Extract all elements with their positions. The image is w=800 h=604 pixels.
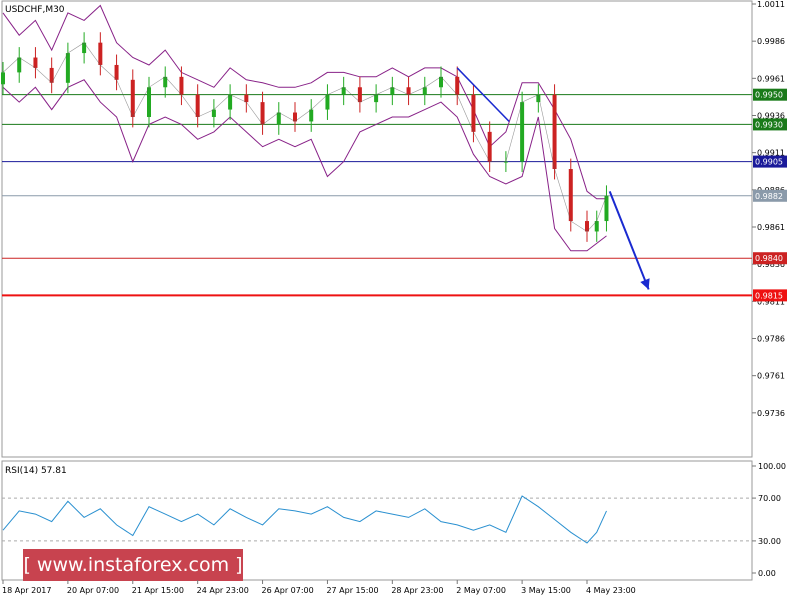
rsi-y-tick-label: 100.00 <box>758 462 786 471</box>
level-label: 0.9840 <box>755 254 783 263</box>
candle-body <box>568 169 573 222</box>
y-tick-label: 1.0011 <box>757 0 785 9</box>
y-tick-label: 0.9861 <box>757 223 785 232</box>
level-label: 0.9950 <box>755 91 783 100</box>
candle-body <box>130 79 135 117</box>
level-label: 0.9930 <box>755 120 783 129</box>
trading-chart-window: 1.00110.99860.99610.99360.99110.98860.98… <box>0 0 800 600</box>
level-label: 0.9815 <box>755 291 783 300</box>
watermark-text: [ www.instaforex.com ] <box>23 554 242 576</box>
candle-body <box>114 64 119 80</box>
chart-canvas: 1.00110.99860.99610.99360.99110.98860.98… <box>1 0 787 595</box>
x-tick-label: 20 Apr 07:00 <box>67 586 119 595</box>
x-tick-label: 18 Apr 2017 <box>2 586 51 595</box>
x-tick-label: 28 Apr 23:00 <box>391 586 443 595</box>
candle-body <box>390 87 395 95</box>
rsi-y-tick-label: 30.00 <box>758 537 781 546</box>
candle-body <box>309 109 314 122</box>
x-tick-label: 3 May 15:00 <box>521 586 571 595</box>
x-tick-label: 24 Apr 23:00 <box>197 586 249 595</box>
candle-body <box>228 94 233 110</box>
x-tick-label: 2 May 07:00 <box>456 586 506 595</box>
y-tick-label: 0.9961 <box>757 74 785 83</box>
candle-body <box>33 57 38 68</box>
candle-body <box>98 42 103 65</box>
candle-body <box>422 87 427 95</box>
x-axis: 18 Apr 2017 20 Apr 07:00 21 Apr 15:00 24 Ap… <box>2 580 636 595</box>
candle-body <box>17 57 22 73</box>
candle-body <box>260 102 265 125</box>
candle-body <box>276 112 281 125</box>
candle-body <box>1 72 5 85</box>
rsi-y-tick-label: 70.00 <box>758 494 781 503</box>
level-label: 0.9882 <box>755 192 783 201</box>
candle-body <box>147 87 151 117</box>
y-tick-label: 0.9786 <box>757 335 785 344</box>
x-tick-label: 4 May 23:00 <box>586 586 636 595</box>
price-panel <box>1 0 753 458</box>
rsi-y-tick-label: 0.00 <box>758 569 776 578</box>
candle-body <box>471 94 476 132</box>
candle-body <box>552 94 557 170</box>
candle-body <box>357 87 362 103</box>
candle-body <box>244 94 249 103</box>
rsi-title: RSI(14) 57.81 <box>5 466 67 476</box>
candle-body <box>455 76 460 95</box>
candle-body <box>325 94 330 110</box>
y-tick-label: 0.9986 <box>757 37 785 46</box>
x-tick-label: 26 Apr 07:00 <box>262 586 314 595</box>
x-tick-label: 21 Apr 15:00 <box>132 586 184 595</box>
candle-body <box>406 87 411 95</box>
candle-body <box>374 94 379 103</box>
candle-body <box>179 76 184 95</box>
x-tick-label: 27 Apr 15:00 <box>326 586 378 595</box>
y-tick-label: 0.9761 <box>757 372 785 381</box>
candle-body <box>487 131 492 162</box>
chart-title: USDCHF,M30 <box>5 5 65 15</box>
y-tick-label: 0.9736 <box>757 409 785 418</box>
level-label: 0.9905 <box>755 158 783 167</box>
candle-body <box>211 109 216 117</box>
candle-body <box>520 102 525 162</box>
candle-body <box>195 94 200 117</box>
candle-body <box>65 53 70 83</box>
